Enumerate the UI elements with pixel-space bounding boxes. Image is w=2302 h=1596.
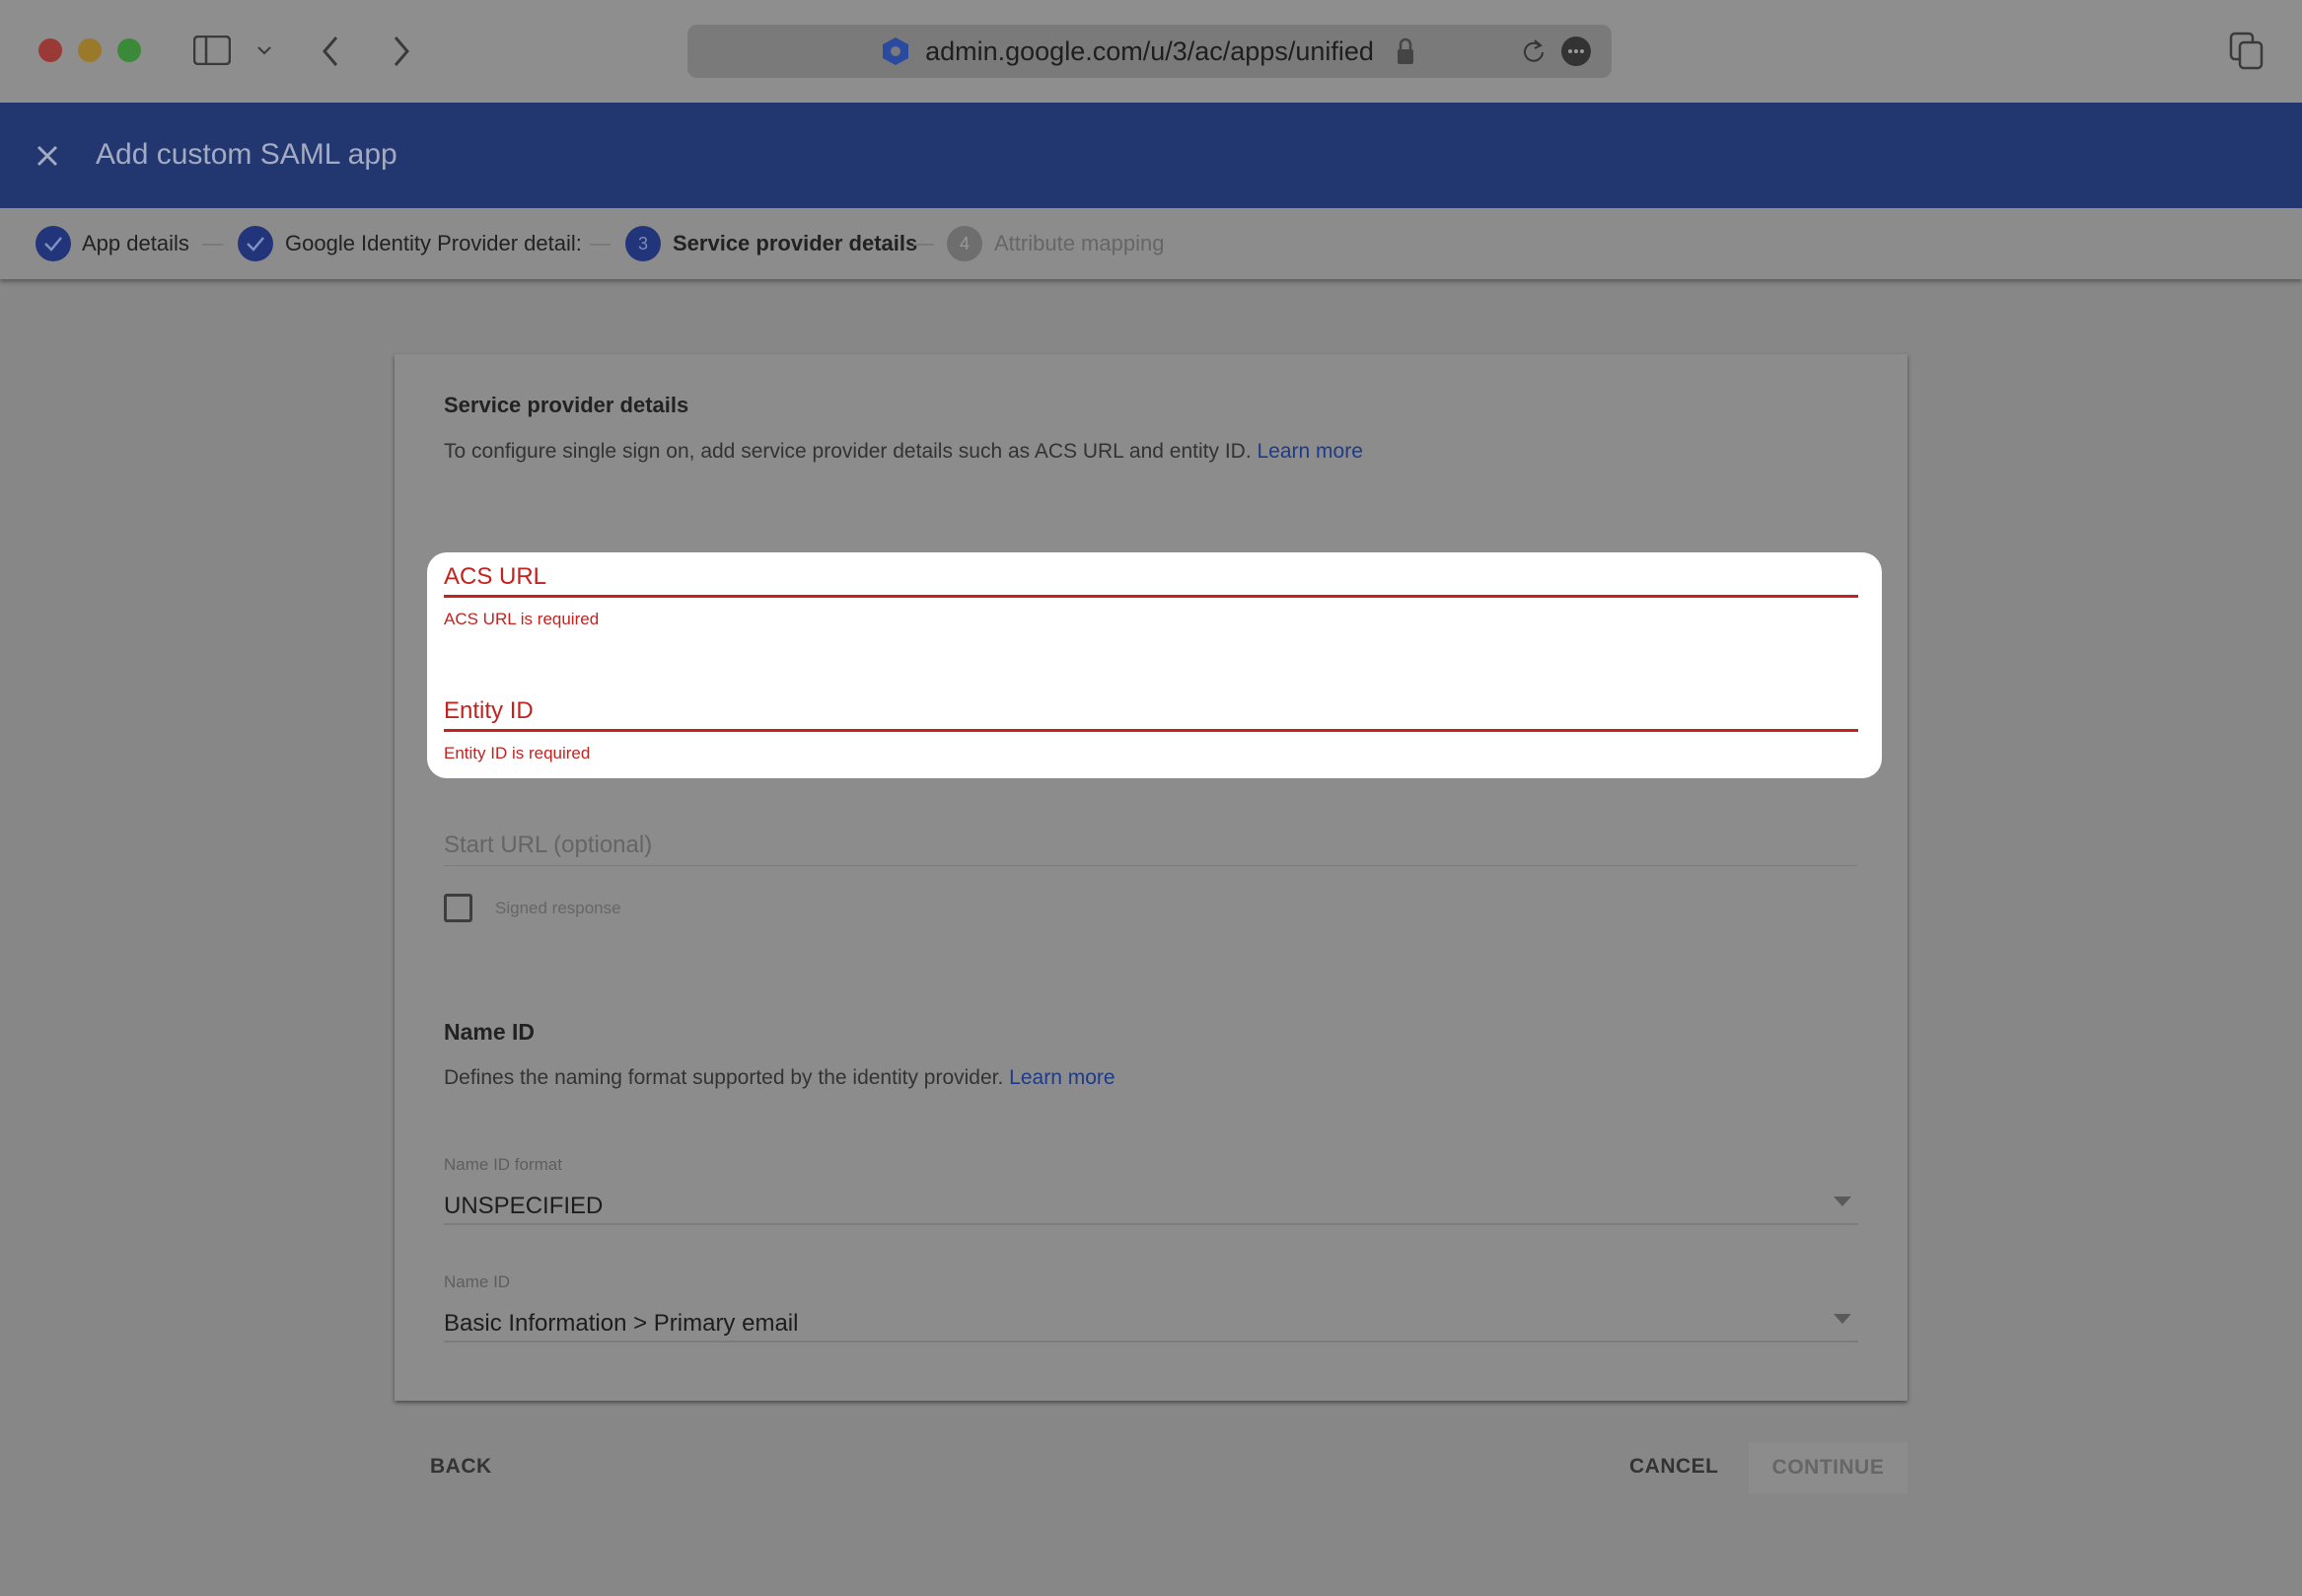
page-title: Add custom SAML app: [96, 138, 397, 171]
step-complete-icon: [238, 226, 273, 261]
signed-response-label: Signed response: [495, 899, 621, 917]
signed-response-checkbox[interactable]: [444, 894, 472, 922]
close-icon[interactable]: [36, 144, 59, 168]
step-app-details: App details: [82, 231, 189, 255]
entity-id-underline: [444, 729, 1858, 732]
lock-icon: [1398, 37, 1413, 64]
required-fields-highlight: [427, 552, 1882, 778]
browser-toolbar: admin.google.com/u/3/ac/apps/unified: [0, 0, 2302, 103]
back-button[interactable]: BACK: [430, 1455, 492, 1479]
address-bar[interactable]: admin.google.com/u/3/ac/apps/unified: [687, 25, 1612, 78]
dropdown-arrow-icon[interactable]: [1834, 1197, 1851, 1206]
url-text[interactable]: admin.google.com/u/3/ac/apps/unified: [687, 36, 1612, 67]
section-description: To configure single sign on, add service…: [444, 440, 1363, 464]
chevron-down-icon[interactable]: [256, 44, 272, 56]
app-header: Add custom SAML app: [0, 103, 2302, 208]
form-card: [395, 354, 1907, 1401]
name-id-title: Name ID: [444, 1019, 536, 1045]
name-id-format-select[interactable]: UNSPECIFIED: [444, 1193, 603, 1220]
entity-id-input[interactable]: Entity ID: [444, 697, 534, 725]
step-number-3: 3: [625, 226, 661, 261]
step-divider: [590, 244, 611, 246]
more-options-icon[interactable]: [1561, 36, 1591, 66]
reload-icon[interactable]: [1520, 37, 1547, 65]
name-id-description-text: Defines the naming format supported by t…: [444, 1066, 1004, 1089]
acs-url-error: ACS URL is required: [444, 610, 600, 628]
entity-id-error: Entity ID is required: [444, 744, 591, 762]
step-divider: [202, 244, 223, 246]
step-google-idp-details: Google Identity Provider detail:: [285, 231, 581, 255]
close-window-button[interactable]: [38, 38, 62, 62]
section-description-text: To configure single sign on, add service…: [444, 440, 1252, 463]
forward-icon[interactable]: [392, 36, 411, 67]
back-icon[interactable]: [321, 36, 340, 67]
name-id-label: Name ID: [444, 1272, 511, 1291]
acs-url-underline: [444, 595, 1858, 598]
name-id-description: Defines the naming format supported by t…: [444, 1066, 1115, 1090]
tab-overview-icon[interactable]: [2229, 32, 2265, 71]
step-divider: [913, 244, 934, 246]
name-id-format-underline: [444, 1223, 1858, 1225]
acs-url-input[interactable]: ACS URL: [444, 563, 546, 591]
name-id-learn-more-link[interactable]: Learn more: [1009, 1066, 1115, 1089]
name-id-underline: [444, 1341, 1858, 1342]
step-attribute-mapping: Attribute mapping: [994, 231, 1165, 255]
step-number-4: 4: [947, 226, 982, 261]
name-id-format-label: Name ID format: [444, 1155, 562, 1174]
dropdown-arrow-icon[interactable]: [1834, 1314, 1851, 1324]
minimize-window-button[interactable]: [78, 38, 102, 62]
continue-button[interactable]: CONTINUE: [1749, 1442, 1907, 1493]
start-url-input[interactable]: Start URL (optional): [444, 832, 652, 859]
step-service-provider-details: Service provider details: [673, 231, 918, 255]
start-url-underline: [444, 865, 1858, 866]
step-complete-icon: [36, 226, 71, 261]
learn-more-link[interactable]: Learn more: [1258, 440, 1363, 463]
sidebar-icon[interactable]: [193, 36, 231, 65]
name-id-select[interactable]: Basic Information > Primary email: [444, 1310, 798, 1338]
section-title: Service provider details: [444, 393, 689, 417]
stepper: App details Google Identity Provider det…: [0, 208, 2302, 279]
cancel-button[interactable]: CANCEL: [1629, 1455, 1719, 1479]
maximize-window-button[interactable]: [117, 38, 141, 62]
